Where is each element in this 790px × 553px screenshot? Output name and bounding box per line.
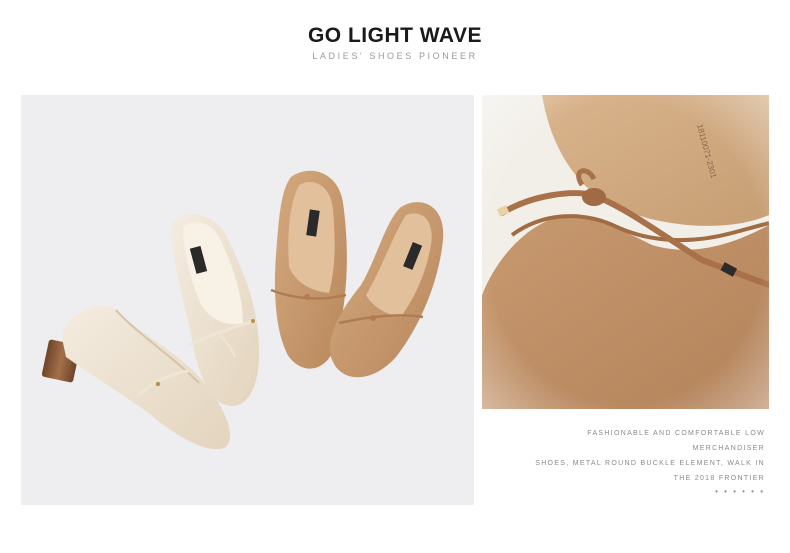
product-photo-detail: 18110071-2301 [482, 95, 769, 409]
caption-line: SHOES, METAL ROUND BUCKLE ELEMENT, WALK … [535, 460, 765, 467]
brand-subtitle: LADIES' SHOES PIONEER [312, 51, 478, 61]
brand-title: GO LIGHT WAVE [307, 24, 483, 47]
caption-line: THE 2018 FRONTIER [673, 475, 765, 482]
shoe-tan-angled [330, 202, 444, 378]
caption-line: MERCHANDISER [692, 445, 765, 452]
caption-dots: • • • • • • [715, 487, 765, 496]
caption-line: FASHIONABLE AND COMFORTABLE LOW [587, 430, 765, 437]
product-caption: FASHIONABLE AND COMFORTABLE LOW MERCHAND… [505, 426, 765, 498]
product-photo-three-shoes [21, 95, 474, 505]
